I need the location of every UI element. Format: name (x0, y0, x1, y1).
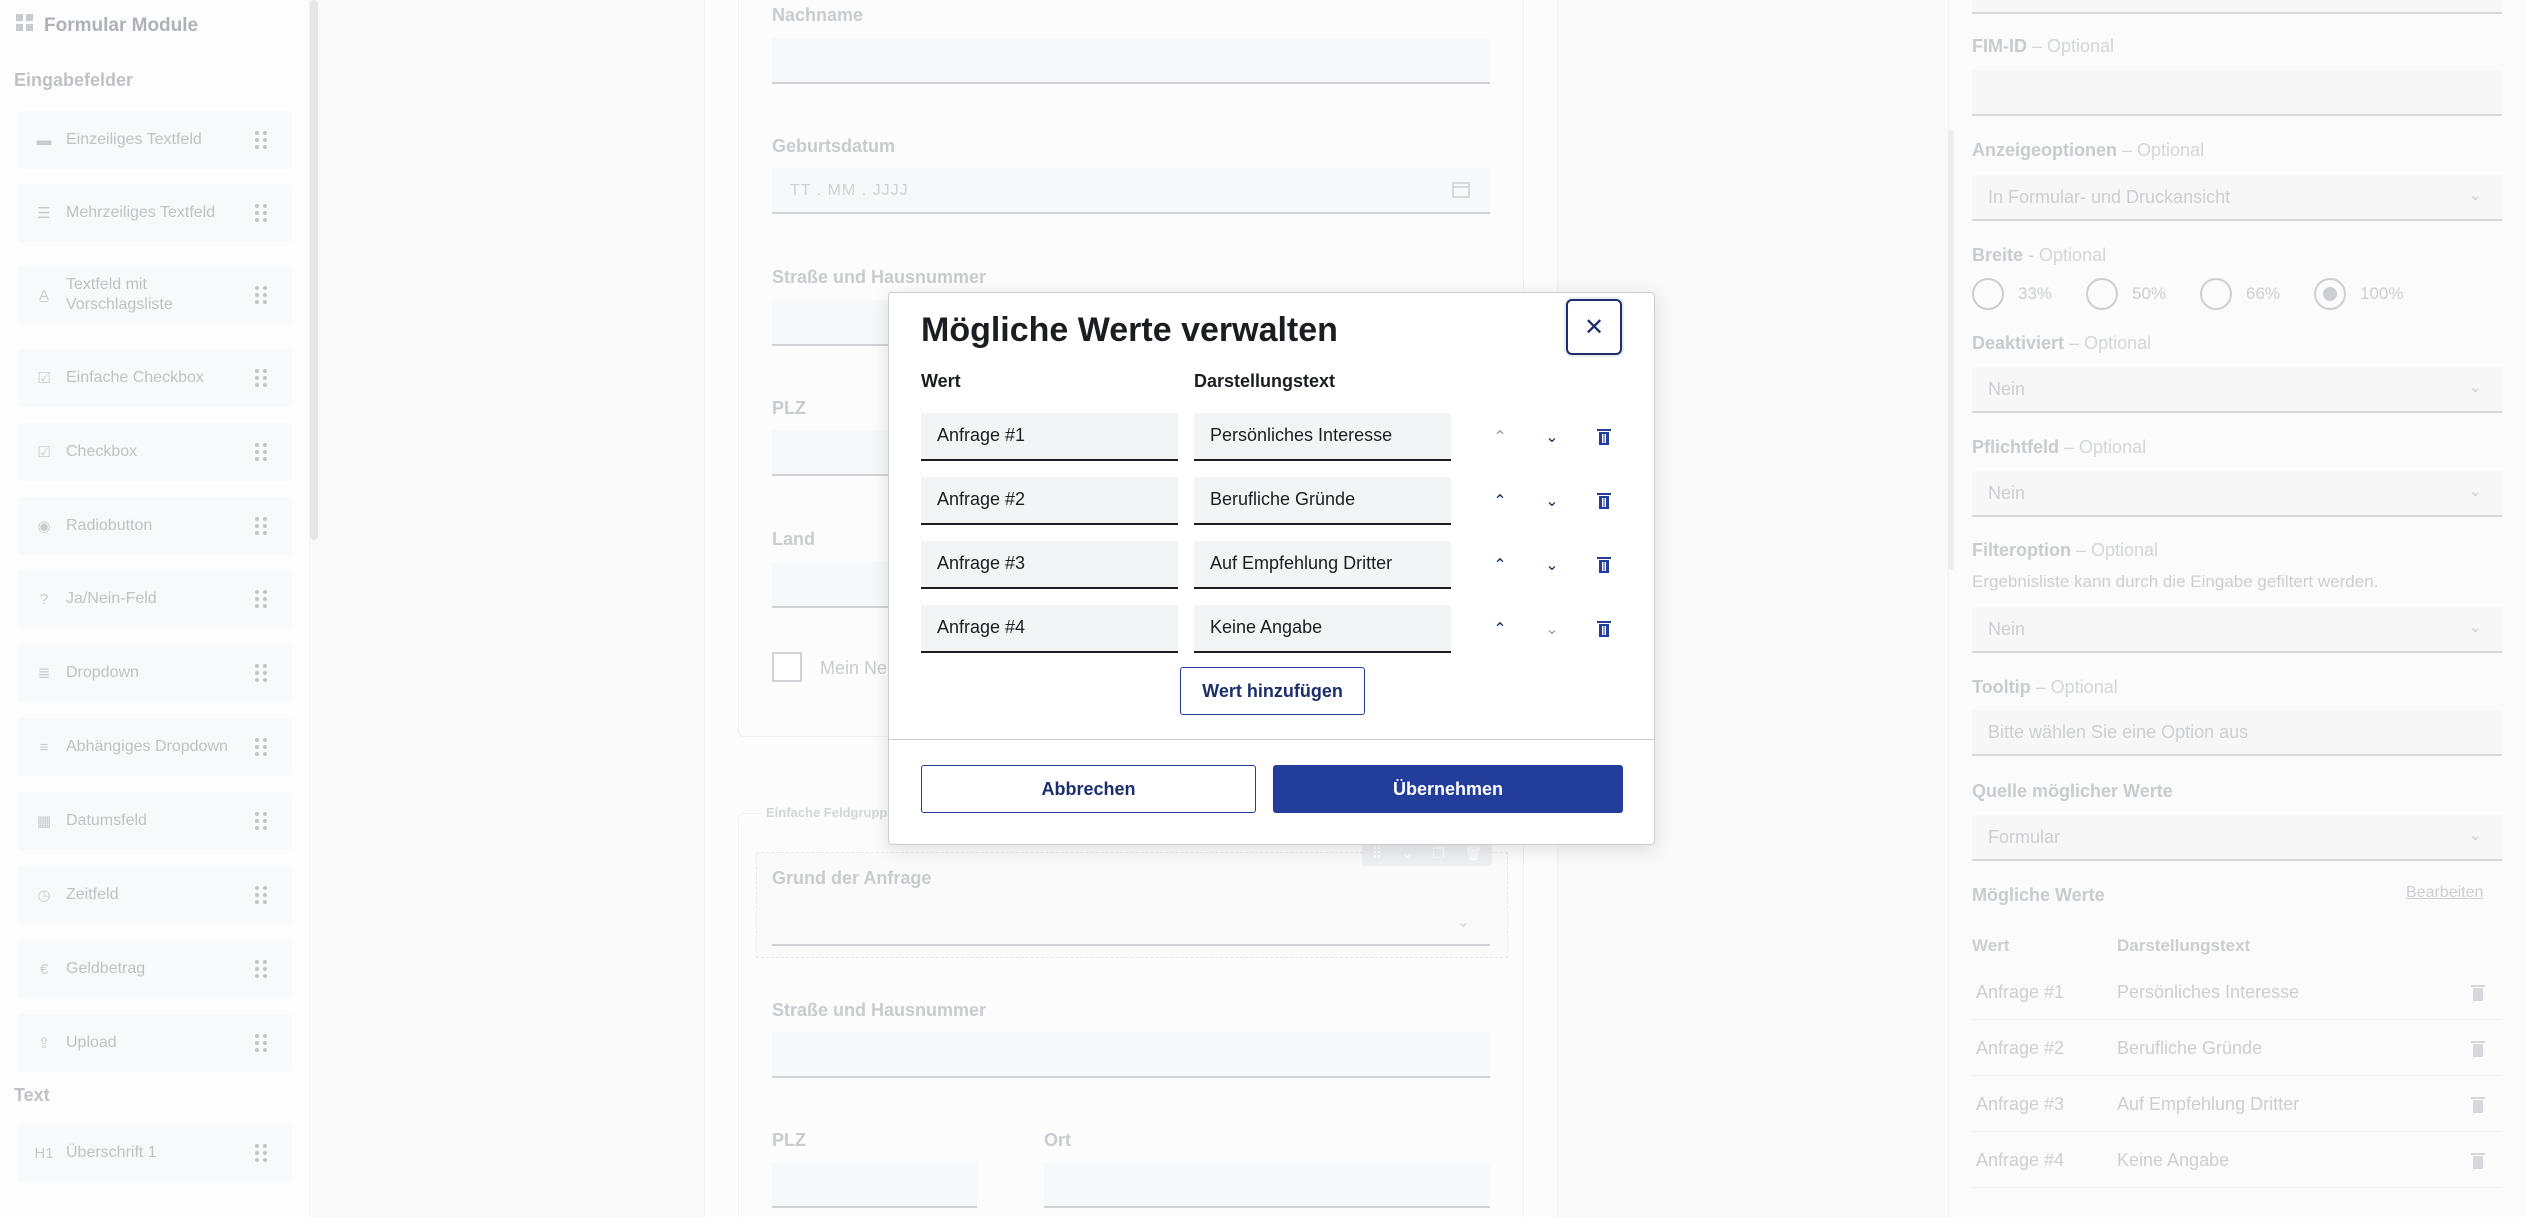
apply-button[interactable]: Übernehmen (1273, 765, 1623, 813)
value-input[interactable]: Anfrage #2 (921, 477, 1178, 525)
close-button[interactable]: ✕ (1566, 299, 1622, 355)
move-down-icon[interactable]: ⌄ (1538, 551, 1566, 579)
add-value-button[interactable]: Wert hinzufügen (1180, 667, 1365, 715)
move-up-icon[interactable]: ⌃ (1486, 423, 1514, 451)
move-up-icon[interactable]: ⌃ (1486, 487, 1514, 515)
value-row: Anfrage #2 Berufliche Gründe ⌃ ⌄ (921, 477, 1621, 525)
move-down-icon[interactable]: ⌄ (1538, 615, 1566, 643)
trash-icon[interactable] (1590, 487, 1618, 515)
trash-icon[interactable] (1590, 551, 1618, 579)
value-input[interactable]: Anfrage #1 (921, 413, 1178, 461)
manage-values-dialog: Mögliche Werte verwalten ✕ Wert Darstell… (888, 292, 1655, 845)
trash-icon[interactable] (1590, 615, 1618, 643)
col-text-header: Darstellungstext (1194, 371, 1336, 391)
close-icon: ✕ (1583, 313, 1605, 341)
display-text-input[interactable]: Persönliches Interesse (1194, 413, 1451, 461)
value-input[interactable]: Anfrage #4 (921, 605, 1178, 653)
value-row: Anfrage #4 Keine Angabe ⌃ ⌄ (921, 605, 1621, 653)
display-text-input[interactable]: Keine Angabe (1194, 605, 1451, 653)
value-input[interactable]: Anfrage #3 (921, 541, 1178, 589)
move-down-icon[interactable]: ⌄ (1538, 487, 1566, 515)
trash-icon[interactable] (1590, 423, 1618, 451)
move-down-icon[interactable]: ⌄ (1538, 423, 1566, 451)
move-up-icon[interactable]: ⌃ (1486, 551, 1514, 579)
col-wert-header: Wert (921, 371, 961, 391)
cancel-button[interactable]: Abbrechen (921, 765, 1256, 813)
value-row: Anfrage #3 Auf Empfehlung Dritter ⌃ ⌄ (921, 541, 1621, 589)
move-up-icon[interactable]: ⌃ (1486, 615, 1514, 643)
display-text-input[interactable]: Auf Empfehlung Dritter (1194, 541, 1451, 589)
dialog-divider (889, 739, 1654, 740)
dialog-title: Mögliche Werte verwalten (921, 311, 1338, 349)
display-text-input[interactable]: Berufliche Gründe (1194, 477, 1451, 525)
value-row: Anfrage #1 Persönliches Interesse ⌃ ⌄ (921, 413, 1621, 461)
